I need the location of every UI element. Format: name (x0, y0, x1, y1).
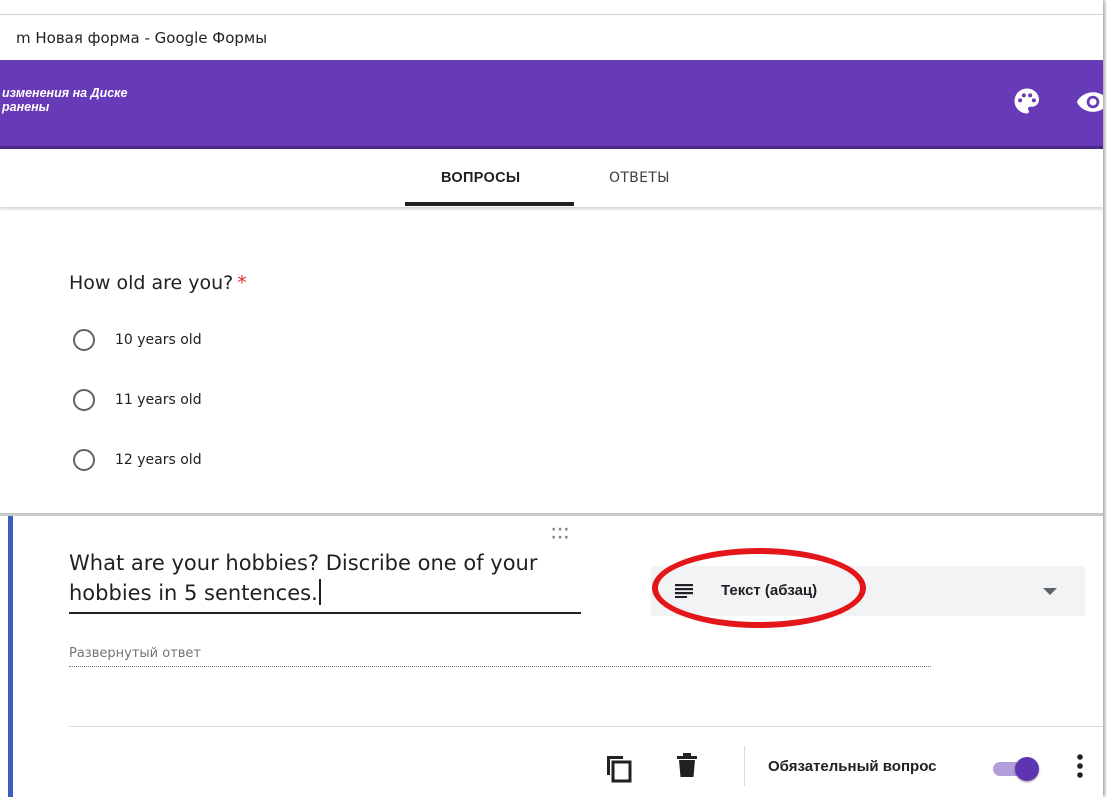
question-type-label: Текст (абзац) (721, 582, 818, 599)
save-status: изменения на Диске ранены (2, 86, 127, 114)
question-title-input[interactable]: What are your hobbies? Discribe one of y… (69, 548, 581, 608)
required-asterisk: * (237, 272, 247, 294)
save-status-line-2: ранены (2, 100, 50, 114)
card-divider (0, 513, 1103, 516)
more-vert-icon[interactable] (1074, 753, 1086, 779)
tabs-bar: ВОПРОСЫ ОТВЕТЫ (0, 149, 1103, 207)
question-type-select[interactable]: Текст (абзац) (651, 566, 1085, 616)
answer-line (69, 666, 931, 667)
short-text-icon (675, 584, 693, 598)
question-title-text: How old are you? (69, 272, 234, 294)
save-status-line-1: изменения на Диске (2, 86, 128, 100)
window-title: m Новая форма - Google Формы (16, 29, 268, 47)
toggle-thumb (1015, 757, 1039, 781)
footer-vertical-divider (744, 746, 745, 786)
question-title: How old are you? * (69, 272, 247, 294)
answer-placeholder: Развернутый ответ (69, 646, 201, 661)
chevron-down-icon (1043, 588, 1057, 595)
trash-icon[interactable] (677, 753, 697, 777)
palette-icon[interactable] (1012, 86, 1042, 116)
radio-button[interactable] (73, 389, 95, 411)
active-tab-indicator (405, 202, 574, 206)
required-label: Обязательный вопрос (768, 758, 937, 775)
question-title-underline (69, 612, 581, 614)
radio-button[interactable] (73, 449, 95, 471)
radio-button[interactable] (73, 329, 95, 351)
tab-answers[interactable]: ОТВЕТЫ (609, 170, 670, 186)
tab-questions[interactable]: ВОПРОСЫ (441, 170, 520, 186)
question-title-text: What are your hobbies? Discribe one of y… (69, 551, 538, 605)
window-titlebar: m Новая форма - Google Формы (0, 14, 1103, 61)
form-editor-window: m Новая форма - Google Формы изменения н… (0, 0, 1103, 797)
copy-icon[interactable] (603, 753, 633, 783)
option-label: 12 years old (115, 452, 202, 468)
option-label: 10 years old (115, 332, 202, 348)
drag-handle-icon[interactable]: ⋅⋅⋅ ⋅⋅⋅ (551, 523, 570, 545)
required-toggle[interactable] (993, 757, 1043, 781)
card-footer-divider (69, 726, 1103, 727)
eye-icon[interactable] (1076, 88, 1103, 116)
active-card-accent (8, 516, 13, 797)
option-label: 11 years old (115, 392, 202, 408)
form-header: изменения на Диске ранены (0, 60, 1103, 149)
text-cursor (318, 579, 321, 605)
